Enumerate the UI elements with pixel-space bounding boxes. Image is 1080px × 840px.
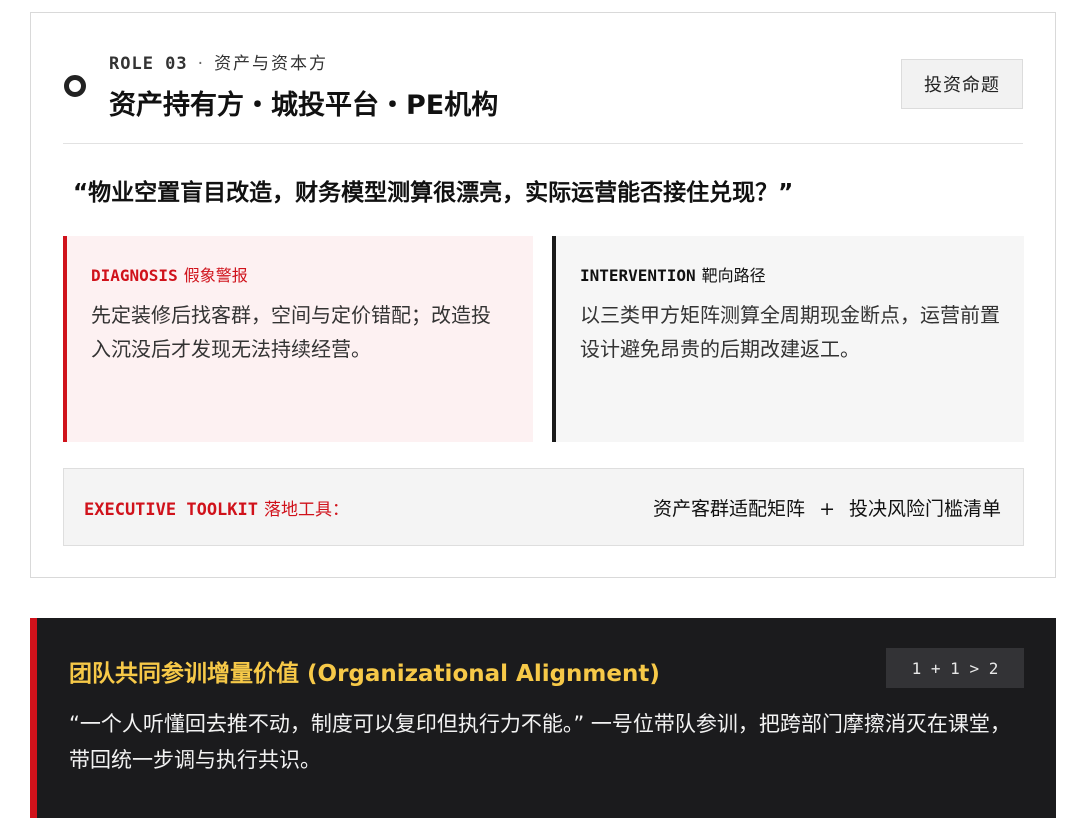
diagnosis-heading: DIAGNOSIS 假象警报 xyxy=(91,262,509,286)
diagnosis-panel: DIAGNOSIS 假象警报 先定装修后找客群，空间与定价错配；改造投入沉没后才发… xyxy=(63,236,533,442)
intervention-heading: INTERVENTION 靶向路径 xyxy=(580,262,1000,286)
role-subtitle: 资产与资本方 xyxy=(214,54,329,74)
band-title: 团队共同参训增量价值 (Organizational Alignment) xyxy=(69,661,660,687)
pain-point-quote: “物业空置盲目改造，财务模型测算很漂亮，实际运营能否接住兑现？” xyxy=(73,180,794,206)
role-separator: · xyxy=(197,54,205,74)
investment-proposition-tag[interactable]: 投资命题 xyxy=(901,59,1023,109)
role-title: 资产持有方・城投平台・PE机构 xyxy=(109,90,499,121)
intervention-panel: INTERVENTION 靶向路径 以三类甲方矩阵测算全周期现金断点，运营前置设计… xyxy=(552,236,1024,442)
role-code: ROLE 03 xyxy=(109,54,188,74)
diagnosis-text: 先定装修后找客群，空间与定价错配；改造投入沉没后才发现无法持续经营。 xyxy=(91,303,491,361)
team-value-band: 团队共同参训增量价值 (Organizational Alignment) 1 … xyxy=(30,618,1056,818)
divider xyxy=(63,143,1023,144)
diagnosis-code: DIAGNOSIS xyxy=(91,266,178,285)
toolkit-item: 投决风险门槛清单 xyxy=(848,497,1001,520)
toolkit-items: 资产客群适配矩阵 + 投决风险门槛清单 xyxy=(653,494,1001,521)
executive-toolkit: EXECUTIVE TOOLKIT 落地工具： 资产客群适配矩阵 + 投决风险门槛清单 xyxy=(63,468,1024,546)
toolkit-label: EXECUTIVE TOOLKIT 落地工具： xyxy=(84,495,349,520)
ring-icon xyxy=(64,75,86,97)
role-eyebrow: ROLE 03 · 资产与资本方 xyxy=(109,49,328,74)
band-text: “一个人听懂回去推不动，制度可以复印但执行力不能。” 一号位带队参训，把跨部门摩… xyxy=(69,712,1011,772)
toolkit-item: 资产客群适配矩阵 xyxy=(653,497,806,520)
intervention-label: 靶向路径 xyxy=(701,266,766,285)
role-card: ROLE 03 · 资产与资本方 资产持有方・城投平台・PE机构 投资命题 “物业空… xyxy=(30,12,1056,578)
intervention-code: INTERVENTION xyxy=(580,266,696,285)
toolkit-label-cn: 落地工具： xyxy=(264,499,349,520)
intervention-text: 以三类甲方矩阵测算全周期现金断点，运营前置设计避免昂贵的后期改建返工。 xyxy=(580,303,1000,361)
diagnosis-label: 假象警报 xyxy=(183,266,248,285)
toolkit-code: EXECUTIVE TOOLKIT xyxy=(84,499,258,520)
plus-icon: + xyxy=(819,497,835,520)
synergy-badge: 1 + 1 > 2 xyxy=(886,648,1024,688)
